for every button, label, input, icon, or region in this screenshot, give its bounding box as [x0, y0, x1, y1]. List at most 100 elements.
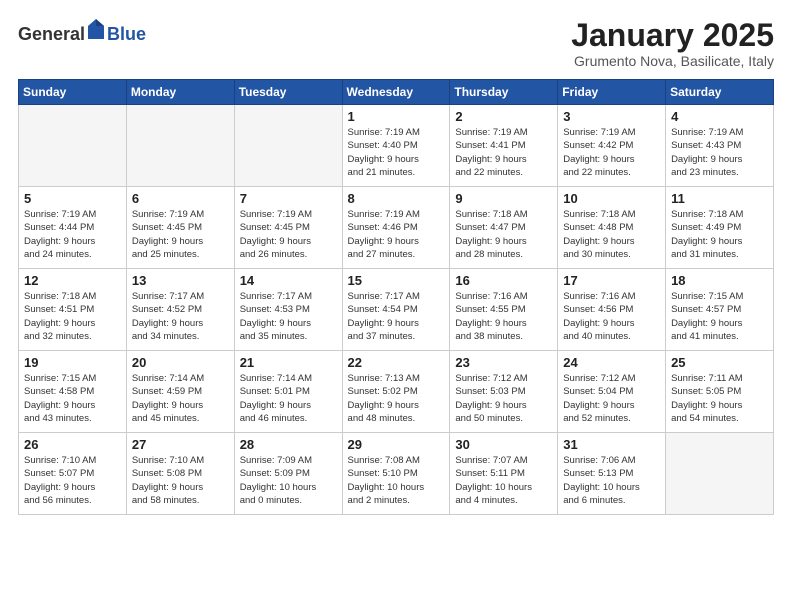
- day-cell-18: 18 Sunrise: 7:15 AM Sunset: 4:57 PM Dayli…: [666, 269, 774, 351]
- day-cell-19: 19 Sunrise: 7:15 AM Sunset: 4:58 PM Dayli…: [19, 351, 127, 433]
- day-number: 5: [24, 191, 122, 206]
- day-detail: Sunrise: 7:09 AM Sunset: 5:09 PM Dayligh…: [240, 454, 338, 507]
- day-cell-31: 31 Sunrise: 7:06 AM Sunset: 5:13 PM Dayli…: [558, 433, 666, 515]
- empty-cell: [234, 105, 342, 187]
- day-number: 10: [563, 191, 661, 206]
- day-detail: Sunrise: 7:07 AM Sunset: 5:11 PM Dayligh…: [455, 454, 553, 507]
- day-number: 29: [348, 437, 446, 452]
- day-cell-22: 22 Sunrise: 7:13 AM Sunset: 5:02 PM Dayli…: [342, 351, 450, 433]
- day-detail: Sunrise: 7:10 AM Sunset: 5:07 PM Dayligh…: [24, 454, 122, 507]
- day-detail: Sunrise: 7:19 AM Sunset: 4:44 PM Dayligh…: [24, 208, 122, 261]
- day-number: 25: [671, 355, 769, 370]
- day-detail: Sunrise: 7:10 AM Sunset: 5:08 PM Dayligh…: [132, 454, 230, 507]
- day-cell-14: 14 Sunrise: 7:17 AM Sunset: 4:53 PM Dayli…: [234, 269, 342, 351]
- day-number: 3: [563, 109, 661, 124]
- day-number: 30: [455, 437, 553, 452]
- day-detail: Sunrise: 7:15 AM Sunset: 4:58 PM Dayligh…: [24, 372, 122, 425]
- day-cell-23: 23 Sunrise: 7:12 AM Sunset: 5:03 PM Dayli…: [450, 351, 558, 433]
- day-number: 12: [24, 273, 122, 288]
- day-detail: Sunrise: 7:18 AM Sunset: 4:48 PM Dayligh…: [563, 208, 661, 261]
- day-detail: Sunrise: 7:12 AM Sunset: 5:03 PM Dayligh…: [455, 372, 553, 425]
- day-cell-1: 1 Sunrise: 7:19 AM Sunset: 4:40 PM Daylig…: [342, 105, 450, 187]
- header: General Blue January 2025 Grumento Nova, …: [18, 18, 774, 69]
- day-detail: Sunrise: 7:18 AM Sunset: 4:49 PM Dayligh…: [671, 208, 769, 261]
- col-header-thursday: Thursday: [450, 80, 558, 105]
- day-detail: Sunrise: 7:12 AM Sunset: 5:04 PM Dayligh…: [563, 372, 661, 425]
- day-number: 15: [348, 273, 446, 288]
- day-detail: Sunrise: 7:13 AM Sunset: 5:02 PM Dayligh…: [348, 372, 446, 425]
- day-detail: Sunrise: 7:19 AM Sunset: 4:45 PM Dayligh…: [240, 208, 338, 261]
- day-cell-6: 6Sunrise: 7:19 AM Sunset: 4:45 PM Daylig…: [126, 187, 234, 269]
- day-cell-28: 28 Sunrise: 7:09 AM Sunset: 5:09 PM Dayli…: [234, 433, 342, 515]
- day-cell-27: 27 Sunrise: 7:10 AM Sunset: 5:08 PM Dayli…: [126, 433, 234, 515]
- day-detail: Sunrise: 7:16 AM Sunset: 4:55 PM Dayligh…: [455, 290, 553, 343]
- day-number: 18: [671, 273, 769, 288]
- day-detail: Sunrise: 7:19 AM Sunset: 4:42 PM Dayligh…: [563, 126, 661, 179]
- day-detail: Sunrise: 7:18 AM Sunset: 4:47 PM Dayligh…: [455, 208, 553, 261]
- logo-blue: Blue: [107, 24, 146, 44]
- header-row: SundayMondayTuesdayWednesdayThursdayFrid…: [19, 80, 774, 105]
- logo-icon: [87, 18, 105, 40]
- calendar-table: SundayMondayTuesdayWednesdayThursdayFrid…: [18, 79, 774, 515]
- subtitle: Grumento Nova, Basilicate, Italy: [571, 53, 774, 69]
- day-detail: Sunrise: 7:19 AM Sunset: 4:41 PM Dayligh…: [455, 126, 553, 179]
- day-cell-20: 20 Sunrise: 7:14 AM Sunset: 4:59 PM Dayli…: [126, 351, 234, 433]
- day-cell-24: 24 Sunrise: 7:12 AM Sunset: 5:04 PM Dayli…: [558, 351, 666, 433]
- col-header-tuesday: Tuesday: [234, 80, 342, 105]
- week-row-1: 1 Sunrise: 7:19 AM Sunset: 4:40 PM Daylig…: [19, 105, 774, 187]
- day-number: 11: [671, 191, 769, 206]
- day-number: 8: [348, 191, 446, 206]
- week-row-5: 26 Sunrise: 7:10 AM Sunset: 5:07 PM Dayli…: [19, 433, 774, 515]
- col-header-saturday: Saturday: [666, 80, 774, 105]
- logo: General Blue: [18, 18, 146, 45]
- col-header-monday: Monday: [126, 80, 234, 105]
- day-detail: Sunrise: 7:19 AM Sunset: 4:40 PM Dayligh…: [348, 126, 446, 179]
- week-row-4: 19 Sunrise: 7:15 AM Sunset: 4:58 PM Dayli…: [19, 351, 774, 433]
- day-number: 14: [240, 273, 338, 288]
- day-cell-30: 30 Sunrise: 7:07 AM Sunset: 5:11 PM Dayli…: [450, 433, 558, 515]
- day-detail: Sunrise: 7:17 AM Sunset: 4:52 PM Dayligh…: [132, 290, 230, 343]
- day-number: 26: [24, 437, 122, 452]
- day-cell-17: 17 Sunrise: 7:16 AM Sunset: 4:56 PM Dayli…: [558, 269, 666, 351]
- day-number: 20: [132, 355, 230, 370]
- col-header-friday: Friday: [558, 80, 666, 105]
- day-detail: Sunrise: 7:15 AM Sunset: 4:57 PM Dayligh…: [671, 290, 769, 343]
- day-number: 4: [671, 109, 769, 124]
- day-number: 13: [132, 273, 230, 288]
- month-title: January 2025: [571, 18, 774, 53]
- day-cell-3: 3 Sunrise: 7:19 AM Sunset: 4:42 PM Daylig…: [558, 105, 666, 187]
- day-cell-21: 21Sunrise: 7:14 AM Sunset: 5:01 PM Dayli…: [234, 351, 342, 433]
- empty-cell: [19, 105, 127, 187]
- day-number: 27: [132, 437, 230, 452]
- day-detail: Sunrise: 7:17 AM Sunset: 4:53 PM Dayligh…: [240, 290, 338, 343]
- day-number: 1: [348, 109, 446, 124]
- logo-text: General Blue: [18, 18, 146, 45]
- day-number: 28: [240, 437, 338, 452]
- day-number: 9: [455, 191, 553, 206]
- day-number: 19: [24, 355, 122, 370]
- day-number: 24: [563, 355, 661, 370]
- day-cell-11: 11 Sunrise: 7:18 AM Sunset: 4:49 PM Dayli…: [666, 187, 774, 269]
- day-detail: Sunrise: 7:14 AM Sunset: 4:59 PM Dayligh…: [132, 372, 230, 425]
- day-number: 22: [348, 355, 446, 370]
- col-header-wednesday: Wednesday: [342, 80, 450, 105]
- day-cell-12: 12Sunrise: 7:18 AM Sunset: 4:51 PM Dayli…: [19, 269, 127, 351]
- day-cell-15: 15Sunrise: 7:17 AM Sunset: 4:54 PM Dayli…: [342, 269, 450, 351]
- day-detail: Sunrise: 7:19 AM Sunset: 4:45 PM Dayligh…: [132, 208, 230, 261]
- day-number: 31: [563, 437, 661, 452]
- day-cell-25: 25Sunrise: 7:11 AM Sunset: 5:05 PM Dayli…: [666, 351, 774, 433]
- day-number: 2: [455, 109, 553, 124]
- empty-cell: [126, 105, 234, 187]
- day-detail: Sunrise: 7:19 AM Sunset: 4:46 PM Dayligh…: [348, 208, 446, 261]
- day-number: 23: [455, 355, 553, 370]
- day-detail: Sunrise: 7:06 AM Sunset: 5:13 PM Dayligh…: [563, 454, 661, 507]
- day-cell-29: 29Sunrise: 7:08 AM Sunset: 5:10 PM Dayli…: [342, 433, 450, 515]
- logo-general: General: [18, 24, 85, 44]
- day-detail: Sunrise: 7:16 AM Sunset: 4:56 PM Dayligh…: [563, 290, 661, 343]
- empty-cell: [666, 433, 774, 515]
- day-cell-2: 2 Sunrise: 7:19 AM Sunset: 4:41 PM Daylig…: [450, 105, 558, 187]
- day-number: 17: [563, 273, 661, 288]
- day-cell-26: 26 Sunrise: 7:10 AM Sunset: 5:07 PM Dayli…: [19, 433, 127, 515]
- page: General Blue January 2025 Grumento Nova, …: [0, 0, 792, 612]
- day-cell-10: 10 Sunrise: 7:18 AM Sunset: 4:48 PM Dayli…: [558, 187, 666, 269]
